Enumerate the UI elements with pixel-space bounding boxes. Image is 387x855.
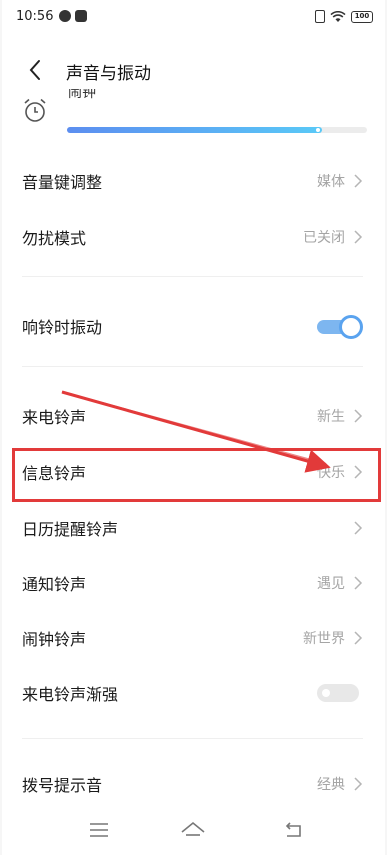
section-divider [22, 738, 363, 739]
alarm-clock-icon [24, 98, 46, 122]
alarm-volume-thumb[interactable] [316, 128, 320, 132]
chevron-right-icon [354, 174, 363, 188]
alarm-volume-slider[interactable] [67, 127, 367, 133]
row-value: 遇见 [317, 576, 345, 592]
toggle-knob [339, 315, 363, 339]
row-label: 日历提醒铃声 [22, 520, 119, 539]
status-notification-icons [59, 10, 87, 22]
row-label: 响铃时振动 [22, 318, 103, 337]
chevron-right-icon [354, 631, 363, 645]
chevron-right-icon [354, 409, 363, 423]
crescendo-toggle[interactable] [317, 684, 359, 702]
vibrate-toggle[interactable] [317, 315, 363, 339]
chevron-right-icon [354, 230, 363, 244]
wifi-icon [330, 10, 346, 22]
row-ring-crescendo[interactable]: 来电铃声渐强 [2, 665, 385, 721]
chevron-right-icon [354, 576, 363, 590]
row-value: 媒体 [317, 174, 345, 190]
row-label: 音量键调整 [22, 173, 103, 192]
chevron-right-icon [354, 777, 363, 791]
page-title: 声音与振动 [66, 64, 151, 84]
row-value: 新生 [317, 409, 345, 425]
chevron-left-icon[interactable] [22, 56, 50, 84]
app-notification-icon-2 [75, 10, 87, 22]
sim-icon [315, 10, 325, 23]
settings-screen: 10:56 100 声音与振动 闹钟 音量键调整 媒体 勿扰模式 已关闭 响铃时… [2, 0, 385, 855]
battery-icon: 100 [351, 10, 373, 23]
row-label: 拨号提示音 [22, 776, 103, 795]
row-notification-tone[interactable]: 通知铃声 遇见 [2, 555, 385, 611]
app-notification-icon [59, 10, 71, 22]
row-value: 新世界 [303, 631, 345, 647]
back-icon[interactable] [278, 818, 308, 842]
row-alarm-tone[interactable]: 闹钟铃声 新世界 [2, 610, 385, 666]
section-divider [22, 276, 363, 277]
alarm-volume-fill [67, 127, 322, 133]
row-value: 经典 [317, 777, 345, 793]
row-volume-key[interactable]: 音量键调整 媒体 [2, 153, 385, 209]
status-bar: 10:56 100 [2, 0, 385, 34]
row-value: 已关闭 [303, 230, 345, 246]
menu-icon[interactable] [84, 818, 114, 842]
row-label: 来电铃声 [22, 408, 87, 427]
header: 声音与振动 [2, 50, 385, 90]
section-divider [22, 366, 363, 367]
status-right-icons: 100 [315, 10, 373, 23]
row-ringtone[interactable]: 来电铃声 新生 [2, 388, 385, 444]
row-vibrate-on-ring[interactable]: 响铃时振动 [2, 298, 385, 354]
highlight-box [12, 448, 381, 502]
row-dnd[interactable]: 勿扰模式 已关闭 [2, 209, 385, 265]
row-label: 勿扰模式 [22, 229, 87, 248]
navigation-bar [2, 810, 385, 855]
chevron-right-icon [354, 521, 363, 535]
row-label: 来电铃声渐强 [22, 685, 119, 704]
status-time: 10:56 [16, 9, 54, 24]
row-dial-tone[interactable]: 拨号提示音 经典 [2, 756, 385, 812]
alarm-volume-label: 闹钟 [68, 89, 96, 99]
row-calendar-tone[interactable]: 日历提醒铃声 [2, 500, 385, 556]
row-label: 闹钟铃声 [22, 630, 87, 649]
home-icon[interactable] [178, 818, 208, 842]
toggle-knob [322, 689, 330, 697]
row-label: 通知铃声 [22, 575, 87, 594]
